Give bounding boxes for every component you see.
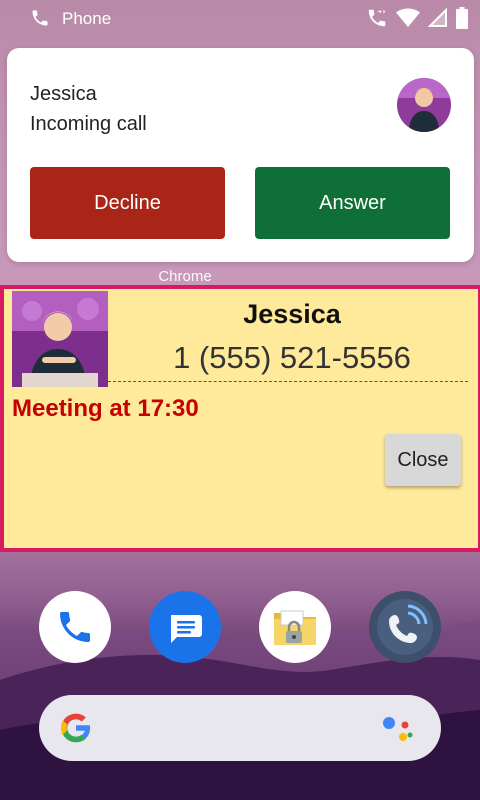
app-label: Chrome	[158, 268, 212, 285]
call-status: Incoming call	[30, 113, 147, 135]
phone-status-icon	[32, 10, 48, 26]
answer-button[interactable]: Answer	[255, 167, 450, 239]
status-bar: Phone	[0, 0, 480, 36]
status-app-label: Phone	[62, 9, 112, 28]
assistant-icon[interactable]	[379, 713, 415, 743]
contact-note: Meeting at 17:30	[12, 395, 199, 422]
battery-icon	[456, 7, 468, 29]
close-button[interactable]: Close	[385, 434, 461, 486]
caller-avatar	[397, 78, 451, 132]
decline-button[interactable]: Decline	[30, 167, 225, 239]
phone-app-icon[interactable]	[39, 591, 111, 663]
contact-number: 1 (555) 521-5556	[173, 340, 411, 375]
divider	[108, 381, 468, 382]
caller-id-overlay: Jessica 1 (555) 521-5556 Meeting at 17:3…	[0, 285, 480, 552]
contact-name: Jessica	[243, 299, 341, 329]
call-app-icon[interactable]	[369, 591, 441, 663]
google-search-bar[interactable]	[39, 695, 441, 761]
contact-photo	[12, 291, 108, 387]
google-logo-icon	[60, 713, 92, 743]
call-forward-icon	[368, 9, 386, 27]
folder-lock-app-icon[interactable]	[259, 591, 331, 663]
incoming-call-notification[interactable]: Jessica Incoming call Decline Answer	[7, 48, 474, 262]
signal-icon	[428, 8, 447, 27]
messages-app-icon[interactable]	[149, 591, 221, 663]
caller-name: Jessica	[30, 83, 97, 105]
wifi-icon	[396, 8, 420, 27]
